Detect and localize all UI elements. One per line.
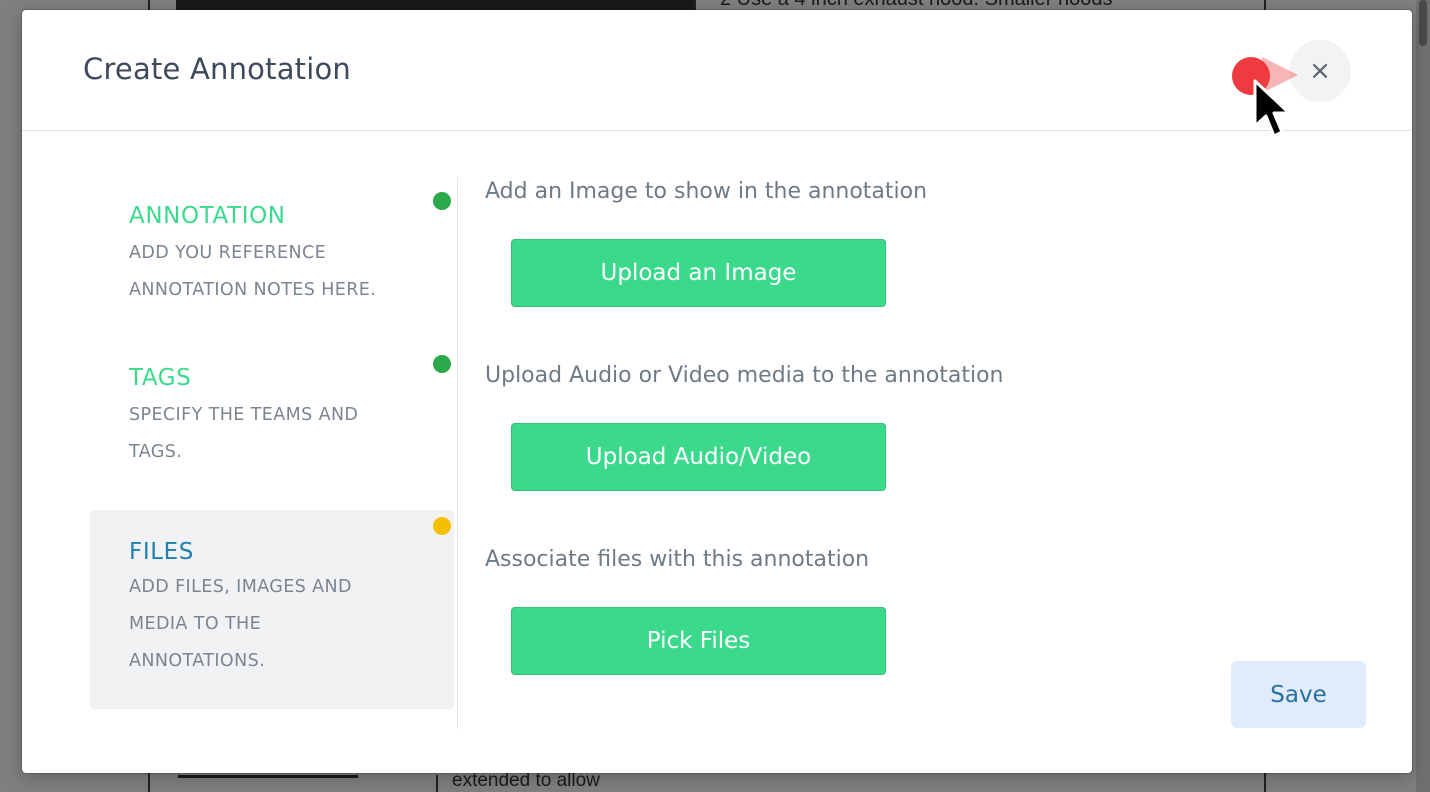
mouse-pointer-icon <box>1253 79 1291 138</box>
bg-heading-block <box>176 0 694 10</box>
upload-image-button[interactable]: Upload an Image <box>511 239 886 307</box>
section-label: Add an Image to show in the annotation <box>485 179 928 204</box>
step-annotation[interactable]: ANNOTATION ADD YOU REFERENCE ANNOTATION … <box>90 203 454 359</box>
steps-sidebar: ANNOTATION ADD YOU REFERENCE ANNOTATION … <box>90 177 458 729</box>
step-complete-indicator <box>433 192 451 210</box>
bg-figure <box>178 775 358 792</box>
pick-files-button[interactable]: Pick Files <box>511 607 886 675</box>
page-scrollbar[interactable] <box>1416 0 1430 792</box>
step-description: ADD YOU REFERENCE ANNOTATION NOTES HERE. <box>129 243 377 300</box>
close-icon: × <box>1309 56 1331 86</box>
step-description: ADD FILES, IMAGES AND MEDIA TO THE ANNOT… <box>129 577 352 671</box>
bg-divider <box>436 775 438 792</box>
image-upload-section: Add an Image to show in the annotation U… <box>485 179 1385 307</box>
scrollbar-thumb[interactable] <box>1419 0 1427 46</box>
modal-header: Create Annotation × <box>22 10 1412 131</box>
bg-divider <box>694 0 696 10</box>
step-complete-indicator <box>433 355 451 373</box>
step-description: SPECIFY THE TEAMS AND TAGS. <box>129 405 359 462</box>
step-title: FILES <box>129 539 194 565</box>
step-files[interactable]: FILES ADD FILES, IMAGES AND MEDIA TO THE… <box>90 510 454 709</box>
bg-bottom-text: extended to allow <box>452 770 600 791</box>
modal-title: Create Annotation <box>83 52 352 86</box>
close-button[interactable]: × <box>1289 40 1351 102</box>
step-title: ANNOTATION <box>129 203 286 229</box>
file-pick-section: Associate files with this annotation Pic… <box>485 547 1385 675</box>
step-tags[interactable]: TAGS SPECIFY THE TEAMS AND TAGS. <box>90 365 454 515</box>
step-title: TAGS <box>129 365 192 391</box>
save-button[interactable]: Save <box>1231 661 1366 728</box>
media-upload-section: Upload Audio or Video media to the annot… <box>485 363 1385 491</box>
step-current-indicator <box>433 517 451 535</box>
create-annotation-modal: Create Annotation × ANNOTATION ADD YOU R… <box>22 10 1412 773</box>
upload-audio-video-button[interactable]: Upload Audio/Video <box>511 423 886 491</box>
section-label: Upload Audio or Video media to the annot… <box>485 363 1004 388</box>
section-label: Associate files with this annotation <box>485 547 870 572</box>
